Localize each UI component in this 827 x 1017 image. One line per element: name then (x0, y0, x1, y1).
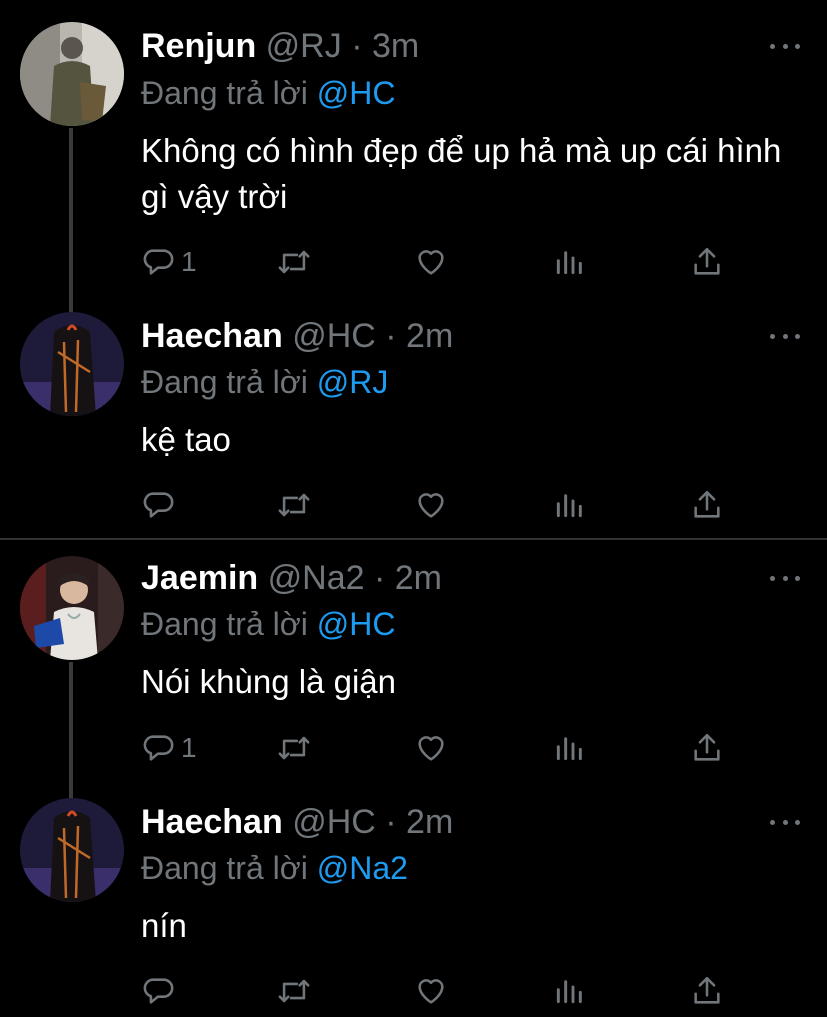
replying-prefix: Đang trả lời (141, 606, 308, 642)
action-bar: 1 (0, 242, 827, 282)
divider (0, 538, 827, 540)
share-button[interactable] (690, 242, 724, 282)
retweet-icon (278, 979, 310, 1003)
heart-icon (418, 250, 444, 275)
replying-to: Đang trả lời @RJ (141, 362, 388, 402)
display-name[interactable]: Renjun (141, 27, 256, 65)
mention-link[interactable]: @RJ (317, 364, 389, 400)
avatar[interactable] (20, 22, 124, 126)
replying-to: Đang trả lời @HC (141, 604, 395, 644)
reply-icon (143, 249, 174, 275)
separator: · (385, 803, 397, 841)
reply-count: 1 (181, 732, 197, 763)
more-icon[interactable] (770, 812, 800, 832)
more-icon[interactable] (770, 568, 800, 588)
analytics-icon (556, 251, 582, 275)
reply-icon (143, 735, 174, 761)
mention-link[interactable]: @HC (317, 75, 396, 111)
action-bar (0, 485, 827, 525)
separator: · (351, 27, 363, 65)
reply-button[interactable]: 1 (141, 242, 197, 282)
analytics-icon (556, 494, 582, 518)
reply-button[interactable] (141, 485, 181, 525)
share-button[interactable] (690, 485, 724, 525)
like-button[interactable] (414, 485, 448, 525)
display-name[interactable]: Jaemin (141, 559, 258, 597)
replying-to: Đang trả lời @Na2 (141, 848, 408, 888)
like-button[interactable] (414, 242, 448, 282)
retweet-icon (278, 493, 310, 517)
analytics-icon (556, 980, 582, 1004)
display-name[interactable]: Haechan (141, 803, 283, 841)
timestamp[interactable]: 2m (395, 559, 442, 597)
replying-prefix: Đang trả lời (141, 850, 308, 886)
retweet-button[interactable] (275, 242, 313, 282)
mention-link[interactable]: @Na2 (317, 850, 408, 886)
analytics-button[interactable] (553, 728, 585, 768)
thread-line (69, 128, 73, 312)
analytics-button[interactable] (553, 485, 585, 525)
like-button[interactable] (414, 971, 448, 1011)
share-button[interactable] (690, 971, 724, 1011)
tweet-header: Haechan @HC · 2m (141, 800, 453, 844)
mention-link[interactable]: @HC (317, 606, 396, 642)
action-bar: 1 (0, 728, 827, 768)
separator: · (385, 317, 397, 355)
handle[interactable]: @HC (292, 317, 376, 355)
analytics-button[interactable] (553, 971, 585, 1011)
separator: · (373, 559, 386, 597)
timestamp[interactable]: 2m (406, 803, 453, 841)
reply-icon (143, 492, 174, 518)
retweet-button[interactable] (275, 485, 313, 525)
tweet-text: nín (141, 907, 187, 944)
more-icon[interactable] (770, 326, 800, 346)
tweet-header: Jaemin @Na2 · 2m (141, 556, 442, 600)
analytics-button[interactable] (553, 242, 585, 282)
reply-icon (143, 978, 174, 1004)
more-icon[interactable] (770, 36, 800, 56)
tweet-text: Không có hình đẹp để up hả mà up cái hìn… (141, 132, 782, 215)
replying-to: Đang trả lời @HC (141, 73, 395, 113)
heart-icon (418, 493, 444, 518)
avatar[interactable] (20, 556, 124, 660)
heart-icon (418, 979, 444, 1004)
reply-button[interactable]: 1 (141, 728, 197, 768)
tweet-text: Nói khùng là giận (141, 663, 397, 700)
timestamp[interactable]: 2m (406, 317, 453, 355)
share-icon (694, 247, 720, 275)
tweet-header: Renjun @RJ · 3m (141, 24, 419, 68)
replying-prefix: Đang trả lời (141, 364, 308, 400)
avatar[interactable] (20, 312, 124, 416)
action-bar (0, 971, 827, 1011)
tweet-header: Haechan @HC · 2m (141, 314, 453, 358)
share-icon (694, 976, 720, 1004)
retweet-button[interactable] (275, 971, 313, 1011)
heart-icon (418, 736, 444, 761)
share-button[interactable] (690, 728, 724, 768)
analytics-icon (556, 737, 582, 761)
share-icon (694, 733, 720, 761)
retweet-button[interactable] (275, 728, 313, 768)
retweet-icon (278, 736, 310, 760)
reply-button[interactable] (141, 971, 181, 1011)
handle[interactable]: @RJ (266, 27, 342, 65)
avatar[interactable] (20, 798, 124, 902)
display-name[interactable]: Haechan (141, 317, 283, 355)
timestamp[interactable]: 3m (372, 27, 419, 65)
like-button[interactable] (414, 728, 448, 768)
handle[interactable]: @HC (292, 803, 376, 841)
replying-prefix: Đang trả lời (141, 75, 308, 111)
share-icon (694, 490, 720, 518)
handle[interactable]: @Na2 (268, 559, 365, 597)
retweet-icon (278, 250, 310, 274)
tweet-text: kệ tao (141, 421, 231, 458)
reply-count: 1 (181, 246, 197, 277)
